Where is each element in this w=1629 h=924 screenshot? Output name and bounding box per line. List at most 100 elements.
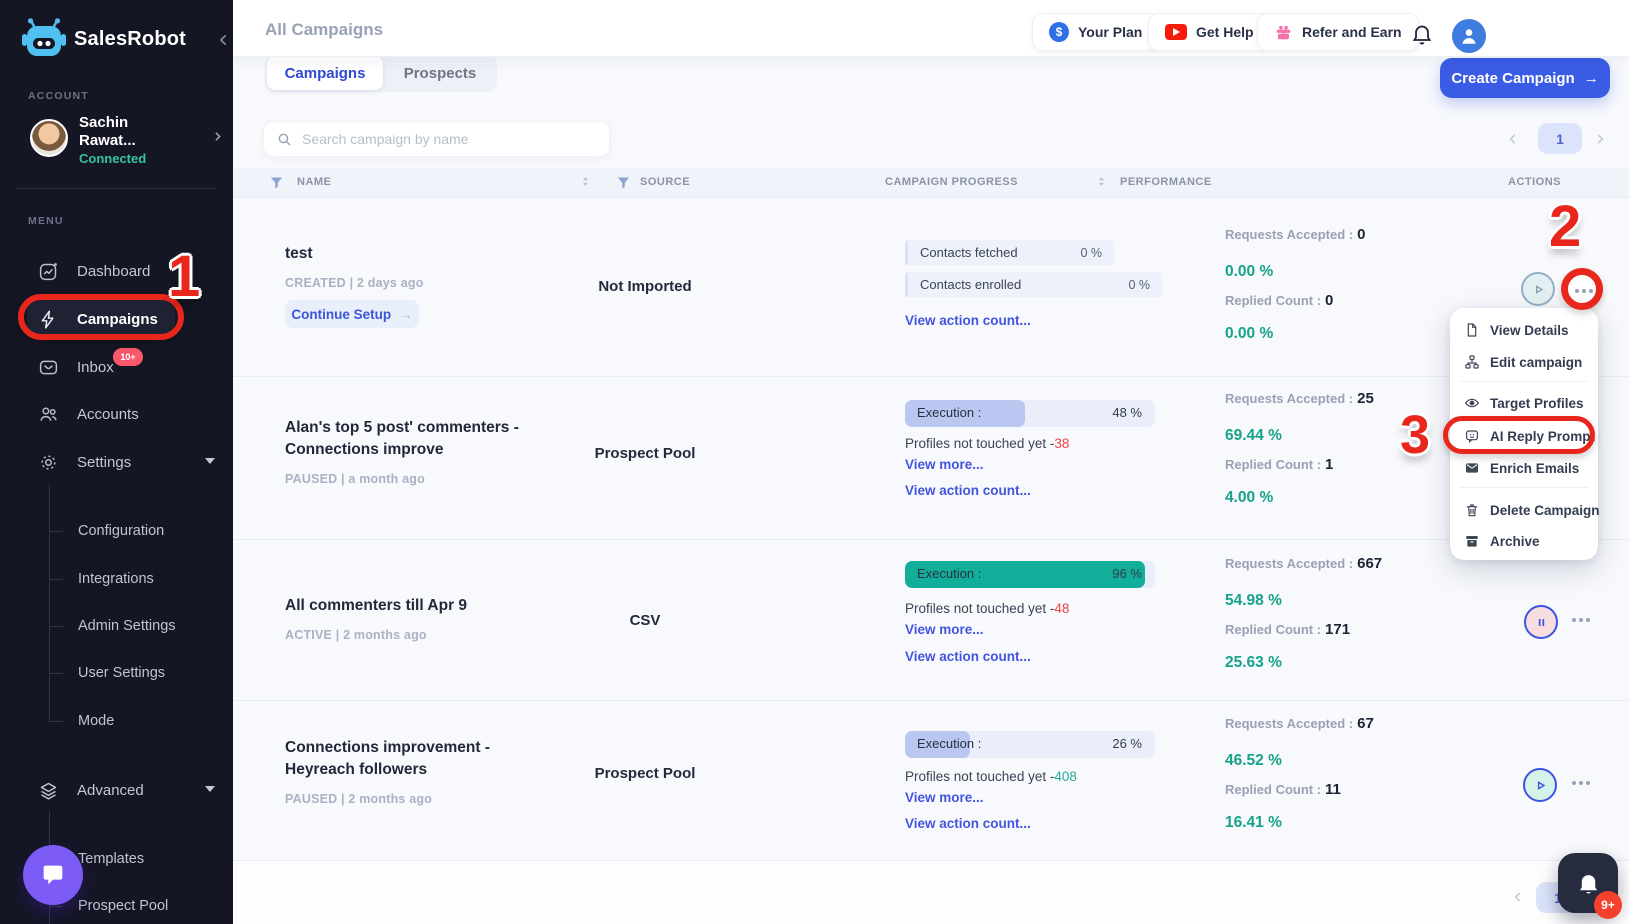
play-campaign-button[interactable] xyxy=(1523,768,1557,802)
account-chevron-right-icon[interactable] xyxy=(211,130,224,148)
column-header-actions[interactable]: ACTIONS xyxy=(1508,176,1561,188)
more-actions-button[interactable] xyxy=(1564,603,1598,637)
replied-percent: 0.00 % xyxy=(1225,325,1274,342)
sidebar-item-prospect-pool[interactable]: Prospect Pool xyxy=(78,883,168,924)
column-header-progress[interactable]: CAMPAIGN PROGRESS xyxy=(885,176,1018,188)
campaign-status: CREATED | 2 days ago xyxy=(285,276,424,290)
filter-funnel-icon[interactable] xyxy=(269,175,284,190)
bell-icon xyxy=(1575,870,1602,897)
view-more-link[interactable]: View more... xyxy=(905,457,984,472)
campaign-name[interactable]: Connections improvement - Heyreach follo… xyxy=(285,737,530,781)
brand[interactable]: SalesRobot xyxy=(22,18,186,60)
settings-caret-down-icon[interactable] xyxy=(205,458,215,464)
sort-icon[interactable] xyxy=(1094,174,1109,190)
sidebar-item-settings[interactable]: Settings xyxy=(0,439,233,485)
menu-item-delete-campaign[interactable]: Delete Campaign xyxy=(1464,496,1600,524)
annotation-ring-more-actions xyxy=(1561,268,1603,310)
eye-icon xyxy=(1464,395,1480,411)
account-avatar[interactable] xyxy=(30,119,68,157)
profiles-not-touched: Profiles not touched yet -408 xyxy=(905,769,1077,784)
sidebar-item-integrations[interactable]: Integrations xyxy=(78,556,154,602)
menu-item-view-details[interactable]: View Details xyxy=(1464,316,1569,344)
sidebar-item-label: Admin Settings xyxy=(78,618,176,634)
campaign-name[interactable]: All commenters till Apr 9 xyxy=(285,595,535,617)
more-actions-button[interactable] xyxy=(1564,766,1598,800)
notifications-bell-icon[interactable] xyxy=(1410,22,1434,46)
sidebar-item-configuration[interactable]: Configuration xyxy=(78,508,164,554)
sidebar-divider xyxy=(16,188,216,189)
topbar: All Campaigns $ Your Plan Get Help Refer… xyxy=(233,0,1629,56)
menu-item-label: Delete Campaign xyxy=(1490,502,1600,518)
sort-icon[interactable] xyxy=(578,174,593,190)
view-more-link[interactable]: View more... xyxy=(905,790,984,805)
replied-percent: 16.41 % xyxy=(1225,814,1282,831)
sidebar-item-label: Prospect Pool xyxy=(78,898,169,914)
pause-campaign-button[interactable] xyxy=(1524,605,1558,639)
sitemap-icon xyxy=(1464,354,1480,370)
filter-funnel-icon[interactable] xyxy=(616,175,631,190)
sidebar-item-user-settings[interactable]: User Settings xyxy=(78,650,165,696)
menu-item-enrich-emails[interactable]: Enrich Emails xyxy=(1464,454,1579,482)
your-plan-button[interactable]: $ Your Plan xyxy=(1032,13,1160,51)
menu-item-edit-campaign[interactable]: Edit campaign xyxy=(1464,348,1582,376)
inbox-icon xyxy=(38,357,59,378)
view-tabs: Campaigns Prospects xyxy=(265,54,497,92)
advanced-caret-down-icon[interactable] xyxy=(205,786,215,792)
sidebar-item-label: Inbox xyxy=(77,358,114,376)
view-more-link[interactable]: View more... xyxy=(905,622,984,637)
tree-tick xyxy=(49,626,63,627)
continue-setup-button[interactable]: Continue Setup → xyxy=(285,300,419,328)
sidebar-item-accounts[interactable]: Accounts xyxy=(0,391,233,437)
not-touched-count: 408 xyxy=(1054,769,1077,784)
sidebar-item-label: User Settings xyxy=(78,665,166,681)
campaign-name[interactable]: Alan's top 5 post' commenters - Connecti… xyxy=(285,417,530,461)
execution-progress-bar: Execution : 26 % xyxy=(905,731,1155,758)
column-header-performance[interactable]: PERFORMANCE xyxy=(1120,176,1212,188)
execution-progress-bar: Execution : 48 % xyxy=(905,400,1155,427)
sidebar-item-templates[interactable]: Templates xyxy=(78,836,144,882)
requests-accepted: Requests Accepted :67 xyxy=(1225,715,1374,732)
sidebar-item-label: Settings xyxy=(77,453,132,471)
tab-campaigns[interactable]: Campaigns xyxy=(267,56,383,90)
refer-and-earn-button[interactable]: Refer and Earn xyxy=(1257,13,1419,51)
notification-count-badge: 9+ xyxy=(1594,891,1622,919)
menu-item-archive[interactable]: Archive xyxy=(1464,527,1540,555)
requests-accepted: Requests Accepted :667 xyxy=(1225,555,1383,572)
annotation-step-1: 1 xyxy=(168,244,201,309)
user-avatar[interactable] xyxy=(1452,19,1486,53)
campaign-source: Prospect Pool xyxy=(594,765,696,782)
inbox-unread-badge: 10+ xyxy=(113,348,143,366)
search-input[interactable] xyxy=(302,131,597,147)
prev-page-icon[interactable] xyxy=(1505,131,1521,147)
accepted-percent: 46.52 % xyxy=(1225,752,1282,769)
column-header-source[interactable]: SOURCE xyxy=(640,176,690,188)
menu-item-target-profiles[interactable]: Target Profiles xyxy=(1464,389,1584,417)
trash-icon xyxy=(1464,502,1480,518)
view-action-count-link[interactable]: View action count... xyxy=(905,649,1031,664)
prev-page-icon[interactable] xyxy=(1510,889,1526,905)
get-help-button[interactable]: Get Help xyxy=(1148,13,1271,51)
sidebar-item-mode[interactable]: Mode xyxy=(78,698,114,744)
sidebar-item-advanced[interactable]: Advanced xyxy=(0,767,233,813)
next-page-icon[interactable] xyxy=(1592,131,1608,147)
view-action-count-link[interactable]: View action count... xyxy=(905,816,1031,831)
page-number[interactable]: 1 xyxy=(1538,123,1582,154)
chat-widget-button[interactable] xyxy=(23,845,83,905)
progress-bar-contacts-enrolled: Contacts enrolled 0 % xyxy=(905,272,1162,297)
campaign-name[interactable]: test xyxy=(285,243,535,265)
create-campaign-button[interactable]: Create Campaign → xyxy=(1440,58,1610,98)
not-touched-count: 38 xyxy=(1054,436,1070,451)
document-icon xyxy=(1464,322,1480,338)
sidebar-item-admin-settings[interactable]: Admin Settings xyxy=(78,603,176,649)
view-action-count-link[interactable]: View action count... xyxy=(905,483,1031,498)
view-action-count-link[interactable]: View action count... xyxy=(905,313,1031,328)
execution-percent: 48 % xyxy=(1112,405,1142,420)
account-section-label: ACCOUNT xyxy=(28,90,89,102)
tab-prospects[interactable]: Prospects xyxy=(385,56,495,90)
column-header-name[interactable]: NAME xyxy=(297,176,331,188)
play-campaign-button[interactable] xyxy=(1521,272,1555,306)
requests-accepted: Requests Accepted :25 xyxy=(1225,390,1374,407)
get-help-label: Get Help xyxy=(1196,24,1254,40)
menu-item-label: Edit campaign xyxy=(1490,354,1583,370)
sidebar-collapse-icon[interactable] xyxy=(216,32,232,53)
